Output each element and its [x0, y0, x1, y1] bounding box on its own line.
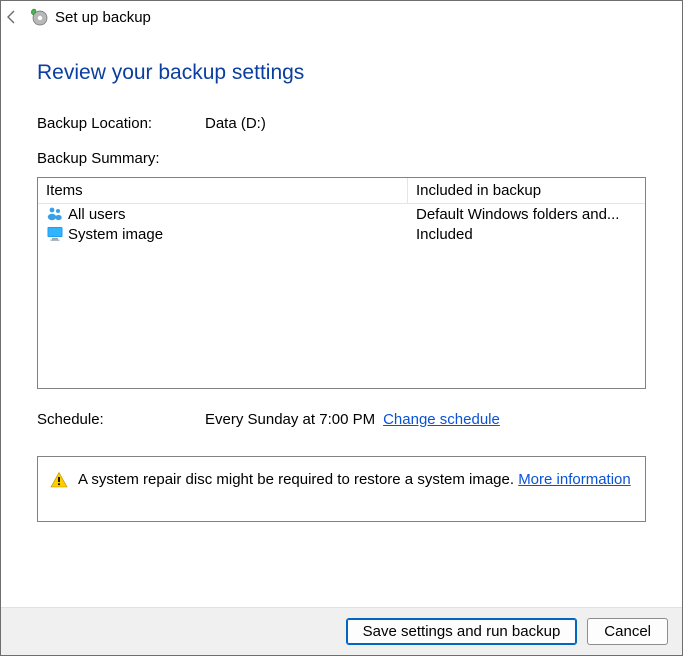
save-and-run-button[interactable]: Save settings and run backup: [346, 618, 578, 645]
footer-bar: Save settings and run backup Cancel: [1, 607, 682, 655]
table-row[interactable]: System image Included: [38, 224, 645, 244]
schedule-row: Schedule: Every Sunday at 7:00 PM Change…: [37, 411, 646, 428]
wizard-window: Set up backup Review your backup setting…: [0, 0, 683, 656]
content-area: Review your backup settings Backup Locat…: [1, 31, 682, 607]
col-header-items[interactable]: Items: [38, 178, 408, 204]
window-title: Set up backup: [55, 9, 151, 26]
info-box: A system repair disc might be required t…: [37, 456, 646, 522]
row-item-text: All users: [68, 206, 126, 223]
backup-location-value: Data (D:): [205, 115, 266, 132]
row-included-text: Included: [408, 225, 645, 244]
summary-header-row: Items Included in backup: [38, 178, 645, 204]
back-arrow-icon[interactable]: [3, 8, 21, 26]
users-icon: [46, 205, 64, 223]
col-header-included[interactable]: Included in backup: [408, 178, 645, 204]
page-heading: Review your backup settings: [37, 61, 646, 85]
backup-location-row: Backup Location: Data (D:): [37, 115, 646, 132]
monitor-icon: [46, 225, 64, 243]
backup-summary-label: Backup Summary:: [37, 150, 646, 167]
info-text-container: A system repair disc might be required t…: [78, 471, 631, 488]
row-included-text: Default Windows folders and...: [408, 205, 645, 224]
titlebar: Set up backup: [1, 1, 682, 31]
table-row[interactable]: All users Default Windows folders and...: [38, 204, 645, 224]
schedule-value: Every Sunday at 7:00 PM: [205, 411, 375, 428]
backup-location-label: Backup Location:: [37, 115, 205, 132]
summary-table: Items Included in backup All users: [37, 177, 646, 389]
cancel-button[interactable]: Cancel: [587, 618, 668, 645]
warning-icon: [50, 471, 68, 489]
backup-app-icon: [29, 7, 49, 27]
row-item-text: System image: [68, 226, 163, 243]
schedule-label: Schedule:: [37, 411, 205, 428]
info-text: A system repair disc might be required t…: [78, 471, 518, 488]
more-information-link[interactable]: More information: [518, 471, 631, 488]
change-schedule-link[interactable]: Change schedule: [383, 411, 500, 428]
